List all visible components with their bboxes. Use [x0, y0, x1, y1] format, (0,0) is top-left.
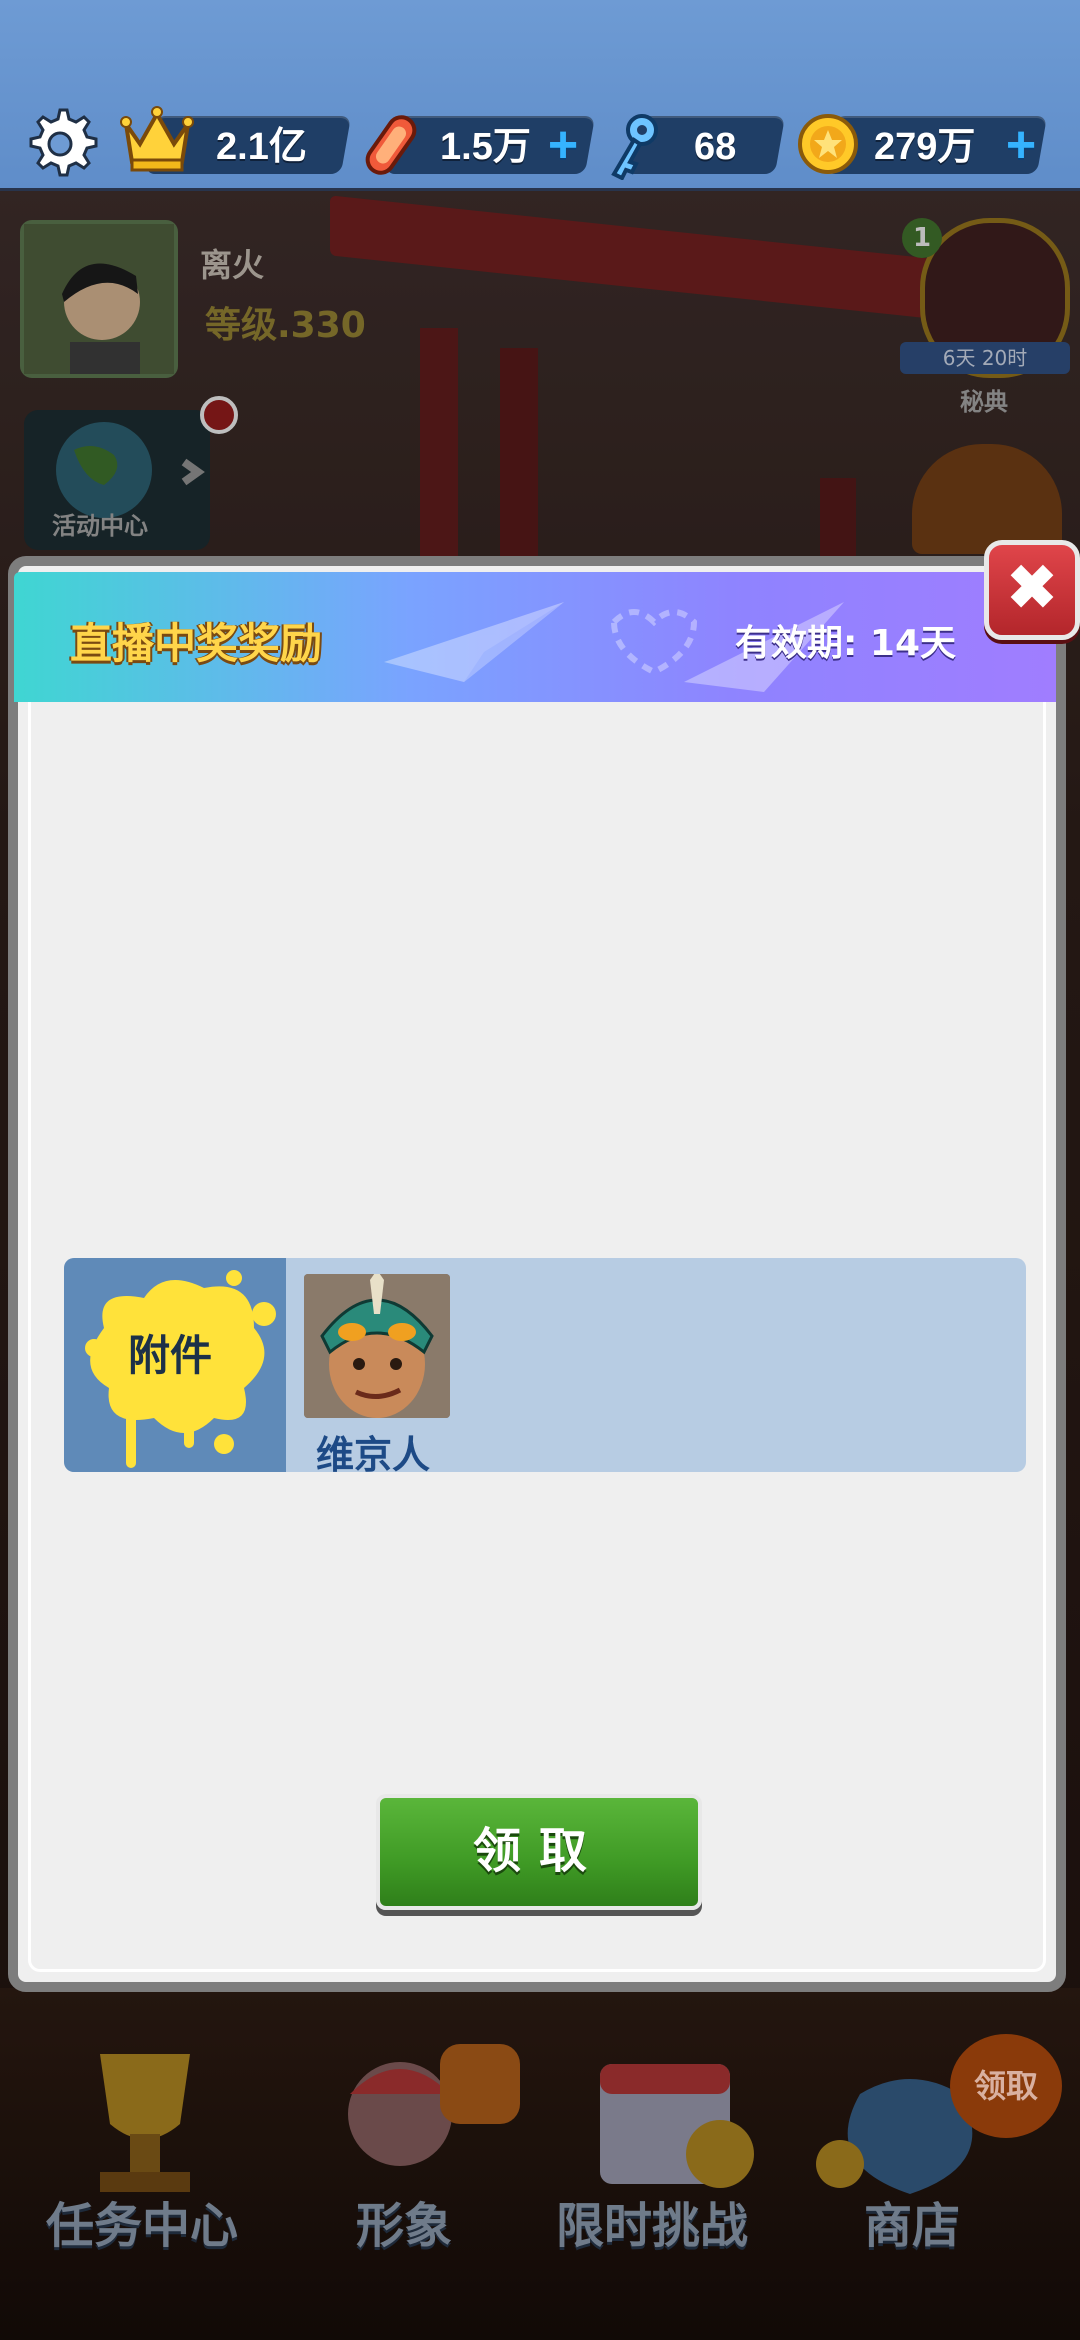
dialog-title: 直播中奖奖励 — [70, 619, 323, 668]
reward-item-image[interactable] — [304, 1274, 450, 1418]
player-avatar[interactable] — [20, 220, 178, 378]
reward-item-name: 维京人 — [316, 1433, 431, 1477]
pass-label: 秘典 — [960, 388, 1008, 416]
coin-value: 279万 — [874, 126, 976, 168]
nav-shop-label: 商店 — [864, 2198, 961, 2254]
torii-gate-pillar — [420, 328, 458, 588]
viking-character-icon — [304, 1274, 450, 1418]
shop-claim-badge: 领取 — [950, 2034, 1062, 2138]
hoverboard-value: 1.5万 — [440, 126, 531, 168]
nav-challenge-label: 限时挑战 — [556, 2198, 749, 2254]
close-button[interactable]: ✖ — [984, 540, 1080, 640]
key-value: 68 — [694, 126, 737, 168]
crown-icon — [120, 106, 194, 172]
close-x-icon: ✖ — [1006, 554, 1058, 621]
calendar-icon — [600, 2064, 754, 2188]
coin-icon — [798, 114, 858, 174]
avatar-portrait — [24, 224, 174, 374]
attachment-label: 附件 — [128, 1331, 213, 1380]
nav-avatar-label: 形象 — [356, 2198, 453, 2254]
key-icon — [611, 114, 658, 180]
notification-dot — [200, 396, 238, 434]
add-coin-button[interactable]: + — [998, 119, 1044, 171]
character-icon — [348, 2044, 520, 2166]
add-hoverboard-button[interactable]: + — [540, 119, 586, 171]
pass-timer: 6天 20时 — [900, 342, 1070, 374]
player-level: 等级.330 — [205, 305, 366, 346]
crown-value: 2.1亿 — [216, 126, 307, 168]
player-name: 离火 — [200, 246, 265, 284]
nav-tasks-label: 任务中心 — [46, 2198, 239, 2254]
event-center-label: 活动中心 — [52, 512, 148, 540]
torii-gate-beam — [330, 195, 950, 321]
validity-period: 有效期: 14天 — [735, 623, 957, 664]
gear-icon[interactable] — [22, 106, 98, 182]
claim-button[interactable]: 领取 — [376, 1794, 702, 1910]
trophy-icon — [100, 2054, 190, 2192]
pass-level-badge: 1 — [902, 218, 942, 258]
hoverboard-icon — [365, 115, 417, 175]
